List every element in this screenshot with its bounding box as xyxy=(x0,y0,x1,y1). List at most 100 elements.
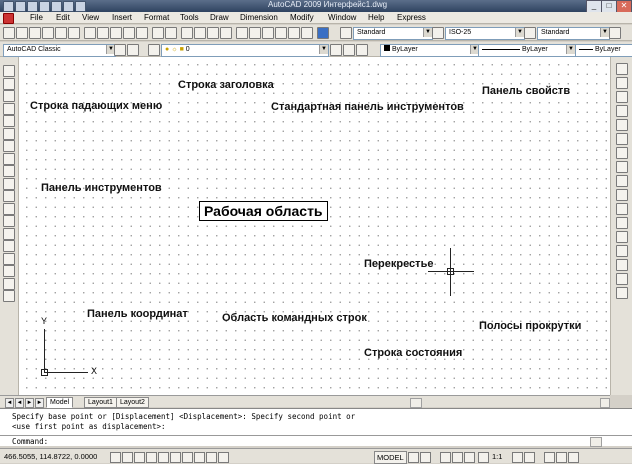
extend-icon[interactable] xyxy=(616,203,628,215)
tab-layout2[interactable]: Layout2 xyxy=(116,397,149,408)
hatch-icon[interactable] xyxy=(3,240,15,252)
layer-combo[interactable]: ● ☼ ■ 0 ▼ xyxy=(161,44,329,57)
status-tray-icon[interactable] xyxy=(556,452,567,463)
tab-model[interactable]: Model xyxy=(46,397,74,408)
mirror-icon[interactable] xyxy=(616,91,628,103)
layer-state-icon[interactable] xyxy=(356,44,368,56)
polygon-icon[interactable] xyxy=(3,102,15,115)
my-workspace-icon[interactable] xyxy=(127,44,139,56)
save-file-icon[interactable] xyxy=(29,27,41,39)
point-icon[interactable] xyxy=(3,227,15,240)
help-icon[interactable] xyxy=(317,27,329,39)
calculator-icon[interactable] xyxy=(301,27,313,39)
dyn-icon[interactable] xyxy=(194,452,205,463)
workspace-combo[interactable]: AutoCAD Classic ▼ xyxy=(3,44,116,57)
chamfer-icon[interactable] xyxy=(616,259,628,271)
polar-icon[interactable] xyxy=(146,452,157,463)
command-scroll-thumb[interactable] xyxy=(590,437,602,447)
break-point-icon[interactable] xyxy=(616,217,628,229)
make-layer-current-icon[interactable] xyxy=(330,44,342,56)
menu-file[interactable]: File xyxy=(30,13,43,23)
model-toggle[interactable]: MODEL xyxy=(374,451,407,464)
redo-icon[interactable] xyxy=(75,1,86,12)
spline-icon[interactable] xyxy=(3,165,15,177)
construction-line-icon[interactable] xyxy=(3,77,15,90)
zoom-window-icon[interactable] xyxy=(207,27,219,39)
publish-icon[interactable] xyxy=(68,27,80,39)
layer-previous-icon[interactable] xyxy=(343,44,355,56)
pan-status-icon[interactable] xyxy=(440,452,451,463)
drawing-area[interactable]: Строка заголовка Строка падающих меню Ст… xyxy=(19,57,610,395)
line-icon[interactable] xyxy=(3,65,15,77)
linetype-combo[interactable]: ByLayer ▼ xyxy=(478,44,576,57)
polyline-icon[interactable] xyxy=(3,90,15,102)
horizontal-scrollbar-thumb[interactable] xyxy=(410,398,422,408)
match-properties-icon[interactable] xyxy=(123,27,135,39)
insert-block-icon[interactable] xyxy=(3,202,15,215)
lineweight-combo[interactable]: ByLayer xyxy=(575,44,632,57)
next-tab-icon[interactable]: ► xyxy=(25,398,34,408)
text-icon[interactable] xyxy=(3,290,15,302)
zoom-realtime-icon[interactable] xyxy=(194,27,206,39)
design-center-icon[interactable] xyxy=(249,27,261,39)
coordinates-readout[interactable]: 466.5055, 114.8722, 0.0000 xyxy=(4,452,97,461)
color-combo[interactable]: ByLayer ▼ xyxy=(380,44,480,57)
steering-wheel-icon[interactable] xyxy=(464,452,475,463)
otrack-icon[interactable] xyxy=(170,452,181,463)
block-editor-icon[interactable] xyxy=(136,27,148,39)
menu-dimension[interactable]: Dimension xyxy=(240,13,278,23)
workspace-settings-icon[interactable] xyxy=(114,44,126,56)
annotation-scale-icon[interactable] xyxy=(478,452,489,463)
scale-icon[interactable] xyxy=(616,161,628,173)
scroll-right-icon[interactable] xyxy=(600,398,610,408)
table-style-icon[interactable] xyxy=(524,27,536,39)
auto-scale-icon[interactable] xyxy=(524,452,535,463)
text-style-icon[interactable] xyxy=(340,27,352,39)
menu-tools[interactable]: Tools xyxy=(180,13,199,23)
cut-icon[interactable] xyxy=(84,27,96,39)
table-style-combo[interactable]: Standard ▼ xyxy=(537,27,610,40)
rectangle-icon[interactable] xyxy=(3,115,15,127)
qnew-icon[interactable] xyxy=(3,27,15,39)
table-icon[interactable] xyxy=(3,277,15,290)
ellipse-arc-icon[interactable] xyxy=(3,190,15,202)
grid-icon[interactable] xyxy=(122,452,133,463)
osnap-icon[interactable] xyxy=(158,452,169,463)
ellipse-icon[interactable] xyxy=(3,177,15,190)
array-icon[interactable] xyxy=(616,119,628,131)
document-icon[interactable] xyxy=(3,13,14,24)
multileader-style-icon[interactable] xyxy=(609,27,621,39)
layer-manager-icon[interactable] xyxy=(148,44,160,56)
explode-icon[interactable] xyxy=(616,287,628,299)
tab-layout1[interactable]: Layout1 xyxy=(84,397,117,408)
menu-view[interactable]: View xyxy=(82,13,99,23)
undo-button-icon[interactable] xyxy=(152,27,164,39)
quick-view-drawings-icon[interactable] xyxy=(420,452,431,463)
move-icon[interactable] xyxy=(616,133,628,145)
menu-format[interactable]: Format xyxy=(144,13,169,23)
last-tab-icon[interactable]: ► xyxy=(35,398,44,408)
revision-cloud-icon[interactable] xyxy=(3,152,15,165)
open-icon[interactable] xyxy=(27,1,38,12)
app-logo-icon[interactable] xyxy=(3,1,14,12)
menu-window[interactable]: Window xyxy=(328,13,356,23)
command-prompt[interactable]: Command: xyxy=(12,437,48,446)
ducs-icon[interactable] xyxy=(182,452,193,463)
zoom-status-icon[interactable] xyxy=(452,452,463,463)
properties-icon[interactable] xyxy=(236,27,248,39)
new-icon[interactable] xyxy=(15,1,26,12)
dim-style-combo[interactable]: ISO-25 ▼ xyxy=(445,27,525,40)
rotate-icon[interactable] xyxy=(616,147,628,159)
erase-icon[interactable] xyxy=(616,63,628,75)
quick-view-layouts-icon[interactable] xyxy=(408,452,419,463)
offset-icon[interactable] xyxy=(616,105,628,117)
region-icon[interactable] xyxy=(3,265,15,277)
break-icon[interactable] xyxy=(616,231,628,243)
join-icon[interactable] xyxy=(616,245,628,257)
plot-icon[interactable] xyxy=(42,27,54,39)
plot-preview-icon[interactable] xyxy=(55,27,67,39)
menu-modify[interactable]: Modify xyxy=(290,13,314,23)
first-tab-icon[interactable]: ◄ xyxy=(5,398,14,408)
menu-express[interactable]: Express xyxy=(397,13,426,23)
circle-icon[interactable] xyxy=(3,140,15,152)
